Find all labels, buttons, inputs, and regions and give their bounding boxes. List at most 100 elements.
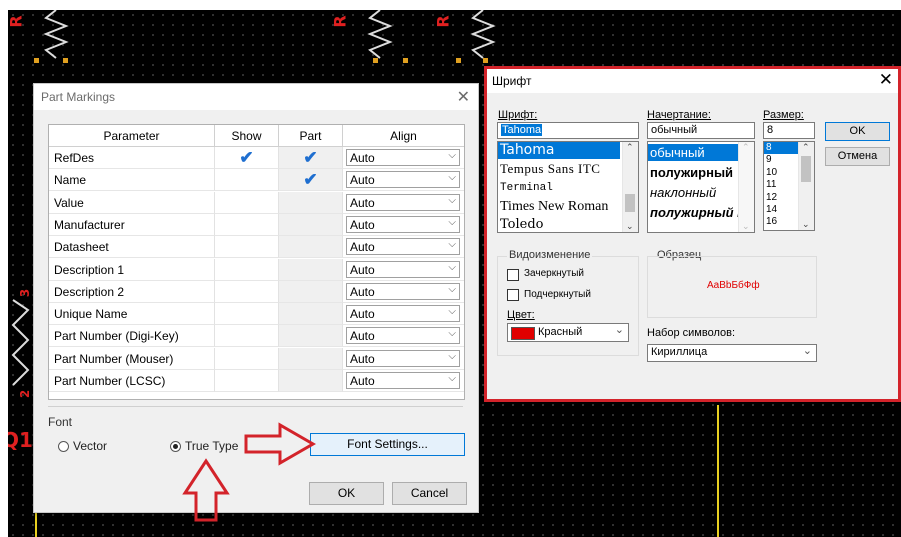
show-cell[interactable] xyxy=(215,325,279,348)
grid-row[interactable]: Name ✔ Auto ⌵ xyxy=(49,169,464,192)
size-list-scrollbar[interactable]: ⌃ ⌄ xyxy=(798,142,814,230)
align-dropdown[interactable]: Auto ⌵ xyxy=(346,305,460,323)
align-dropdown[interactable]: Auto ⌵ xyxy=(346,260,460,278)
color-select[interactable]: Красный ⌄ xyxy=(507,323,629,342)
align-dropdown[interactable]: Auto ⌵ xyxy=(346,238,460,256)
part-cell[interactable] xyxy=(279,280,343,303)
show-cell[interactable] xyxy=(215,236,279,259)
font-list-scrollbar[interactable]: ⌃ ⌄ xyxy=(622,142,638,232)
font-size-list[interactable]: 8 9 10 11 12 14 16 ⌃ ⌄ xyxy=(763,141,815,231)
column-header-align[interactable]: Align xyxy=(343,125,464,147)
align-dropdown[interactable]: Auto ⌵ xyxy=(346,372,460,389)
align-dropdown[interactable]: Auto ⌵ xyxy=(346,349,460,367)
part-cell[interactable] xyxy=(279,191,343,214)
font-ok-button[interactable]: OK xyxy=(825,122,890,141)
align-dropdown[interactable]: Auto ⌵ xyxy=(346,282,460,300)
style-list-scrollbar[interactable]: ⌃ ⌄ xyxy=(738,142,754,232)
part-cell[interactable] xyxy=(279,325,343,348)
font-list-item[interactable]: Times New Roman xyxy=(498,197,608,216)
column-header-parameter[interactable]: Parameter xyxy=(49,125,215,147)
font-list-item[interactable]: Terminal xyxy=(498,180,553,197)
column-header-show[interactable]: Show xyxy=(215,125,279,147)
grid-row[interactable]: Part Number (Digi-Key) Auto ⌵ xyxy=(49,325,464,348)
part-cell[interactable] xyxy=(279,258,343,281)
underline-label[interactable]: Подчеркнутый xyxy=(524,289,591,300)
align-dropdown[interactable]: Auto ⌵ xyxy=(346,327,460,345)
show-cell[interactable] xyxy=(215,191,279,214)
chevron-up-icon[interactable]: ⌃ xyxy=(626,142,634,153)
font-name-input[interactable]: Tahoma xyxy=(497,122,639,139)
charset-label: Набор символов: xyxy=(647,327,736,339)
true-type-radio-label[interactable]: True Type xyxy=(185,439,238,453)
font-list-item[interactable]: Tahoma xyxy=(498,142,620,159)
strikeout-label[interactable]: Зачеркнутый xyxy=(524,268,584,279)
font-list-item[interactable]: Toledo xyxy=(498,216,544,232)
size-list-item[interactable]: 8 xyxy=(764,142,798,154)
show-cell[interactable] xyxy=(215,347,279,370)
size-list-item[interactable]: 10 xyxy=(764,167,777,179)
vector-radio[interactable] xyxy=(58,441,69,452)
chevron-up-icon[interactable]: ⌃ xyxy=(742,142,750,153)
grid-row[interactable]: Unique Name Auto ⌵ xyxy=(49,303,464,326)
close-icon[interactable]: ✕ xyxy=(457,87,470,107)
align-dropdown[interactable]: Auto ⌵ xyxy=(346,193,460,211)
font-name-list[interactable]: Tahoma Tempus Sans ITC Terminal Times Ne… xyxy=(497,141,639,233)
underline-checkbox[interactable] xyxy=(507,289,519,301)
size-list-item[interactable]: 16 xyxy=(764,216,777,228)
font-settings-button[interactable]: Font Settings... xyxy=(310,433,465,456)
part-cell[interactable]: ✔ xyxy=(279,147,343,169)
show-cell[interactable] xyxy=(215,303,279,326)
part-cell[interactable] xyxy=(279,303,343,326)
vector-radio-label[interactable]: Vector xyxy=(73,439,107,453)
show-cell[interactable] xyxy=(215,169,279,192)
show-cell[interactable] xyxy=(215,213,279,236)
charset-select[interactable]: Кириллица ⌄ xyxy=(647,344,817,362)
true-type-radio[interactable] xyxy=(170,441,181,452)
style-list-item[interactable]: наклонный xyxy=(648,183,716,202)
size-list-item[interactable]: 12 xyxy=(764,192,777,204)
grid-row[interactable]: Value Auto ⌵ xyxy=(49,191,464,214)
align-dropdown[interactable]: Auto ⌵ xyxy=(346,215,460,233)
align-dropdown[interactable]: Auto ⌵ xyxy=(346,149,460,166)
part-cell[interactable] xyxy=(279,213,343,236)
size-list-item[interactable]: 9 xyxy=(764,154,772,166)
part-cell[interactable] xyxy=(279,236,343,259)
part-cell[interactable] xyxy=(279,347,343,370)
align-cell: Auto ⌵ xyxy=(343,370,464,392)
font-cancel-button[interactable]: Отмена xyxy=(825,147,890,166)
close-icon[interactable]: ✕ xyxy=(879,70,893,90)
grid-row[interactable]: Datasheet Auto ⌵ xyxy=(49,236,464,259)
font-list-item[interactable]: Tempus Sans ITC xyxy=(498,160,600,177)
font-size-input[interactable]: 8 xyxy=(763,122,815,139)
show-cell[interactable]: ✔ xyxy=(215,147,279,169)
chevron-up-icon[interactable]: ⌃ xyxy=(802,142,810,153)
show-cell[interactable] xyxy=(215,280,279,303)
font-dialog-title-bar: Шрифт ✕ xyxy=(487,69,898,93)
font-size-label: Размер: xyxy=(763,109,804,121)
strikeout-checkbox[interactable] xyxy=(507,269,519,281)
size-list-item[interactable]: 14 xyxy=(764,204,777,216)
grid-row[interactable]: Description 1 Auto ⌵ xyxy=(49,258,464,281)
font-style-input[interactable]: обычный xyxy=(647,122,755,139)
chevron-down-icon[interactable]: ⌄ xyxy=(802,219,810,230)
chevron-down-icon[interactable]: ⌄ xyxy=(626,221,634,232)
style-list-item[interactable]: полужирный xyxy=(648,163,733,182)
font-style-list[interactable]: обычный полужирный наклонный полужирный … xyxy=(647,141,755,233)
grid-row[interactable]: Description 2 Auto ⌵ xyxy=(49,280,464,303)
show-cell[interactable] xyxy=(215,370,279,392)
column-header-part[interactable]: Part xyxy=(279,125,343,147)
part-cell[interactable] xyxy=(279,370,343,392)
align-dropdown[interactable]: Auto ⌵ xyxy=(346,171,460,189)
grid-row[interactable]: Part Number (Mouser) Auto ⌵ xyxy=(49,347,464,370)
grid-row[interactable]: Part Number (LCSC) Auto ⌵ xyxy=(49,370,464,392)
size-list-item[interactable]: 11 xyxy=(764,179,776,191)
grid-row[interactable]: Manufacturer Auto ⌵ xyxy=(49,213,464,236)
grid-row[interactable]: RefDes ✔ ✔ Auto ⌵ xyxy=(49,147,464,169)
chevron-down-icon[interactable]: ⌄ xyxy=(742,221,750,232)
cancel-button[interactable]: Cancel xyxy=(392,482,467,505)
color-select-value: Красный xyxy=(538,326,583,338)
ok-button[interactable]: OK xyxy=(309,482,384,505)
style-list-item[interactable]: обычный xyxy=(648,144,738,161)
part-cell[interactable]: ✔ xyxy=(279,169,343,192)
show-cell[interactable] xyxy=(215,258,279,281)
